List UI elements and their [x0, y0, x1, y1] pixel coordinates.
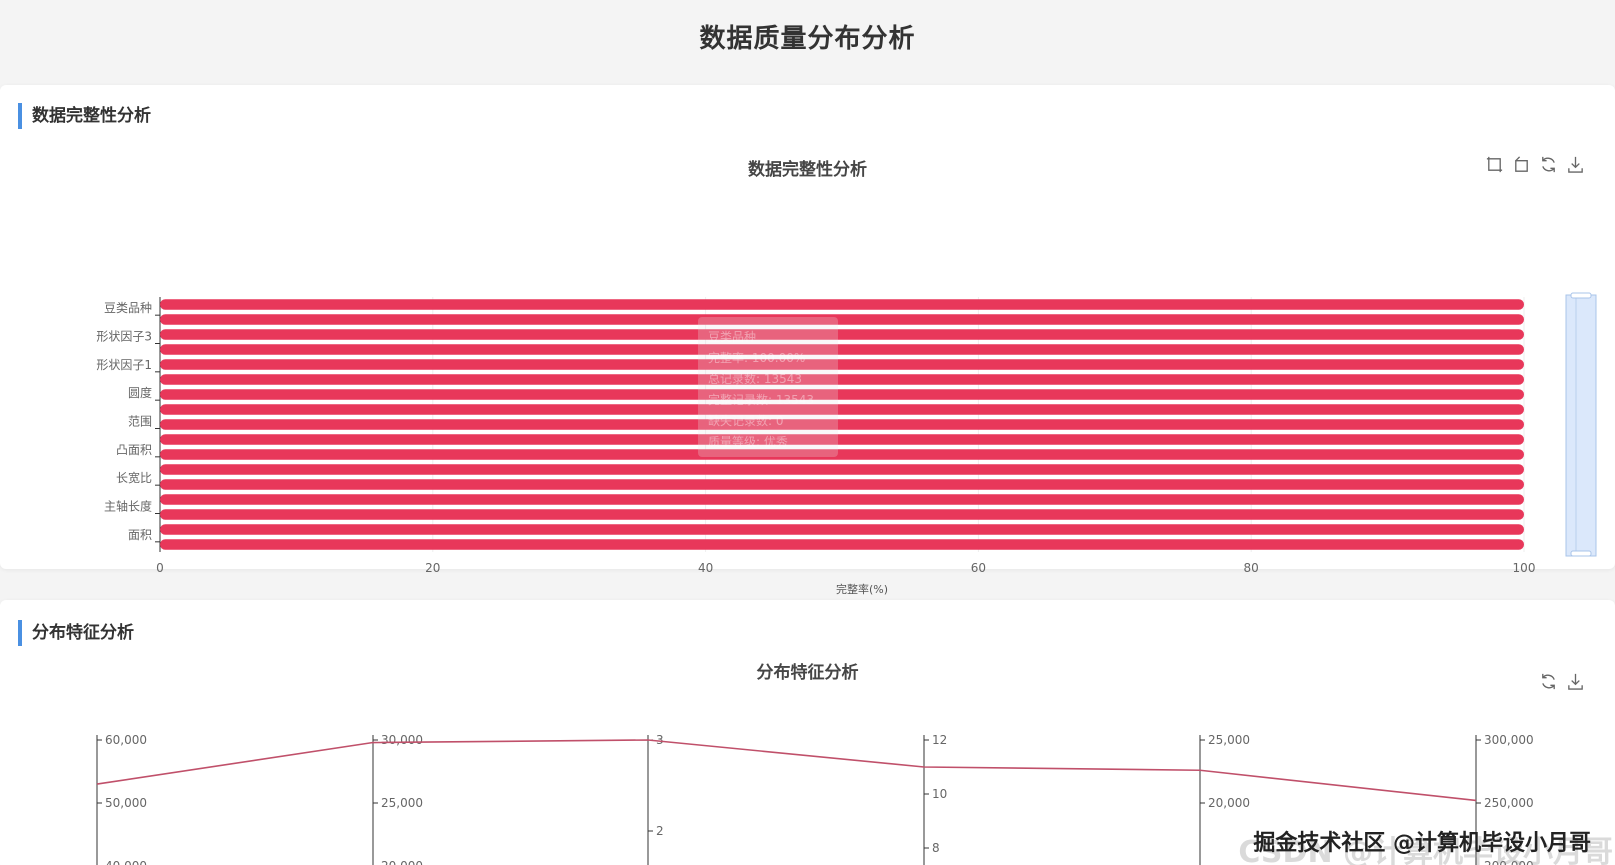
bar [160, 419, 1524, 430]
datazoom-handle-bottom [1570, 550, 1592, 557]
pc-tick-label: 60,000 [105, 733, 147, 747]
pc-tick-label: 40,000 [105, 859, 147, 865]
chart-toolbox [1485, 155, 1585, 174]
y-tick-label: 主轴长度 [104, 499, 152, 514]
bar [160, 479, 1524, 490]
restore-icon[interactable] [1539, 672, 1558, 691]
bar [160, 494, 1524, 505]
pc-tick-label: 300,000 [1484, 733, 1534, 747]
bar [160, 329, 1524, 340]
y-tick-label: 面积 [128, 528, 152, 542]
zoom-reset-icon[interactable] [1512, 155, 1531, 174]
tooltip-line: 质量等级: 优秀 [708, 435, 788, 449]
bar [160, 299, 1524, 310]
x-tick-label: 100 [1513, 561, 1536, 575]
bar [160, 509, 1524, 520]
tooltip-line: 豆类品种 [708, 330, 757, 344]
pc-tick-label: 12 [932, 733, 947, 747]
pc-tick-label: 10 [932, 787, 947, 801]
y-tick-label: 长宽比 [116, 470, 152, 485]
bar [160, 404, 1524, 415]
bar [160, 539, 1524, 550]
x-tick-label: 20 [425, 561, 440, 575]
pc-tick-label: 8 [932, 841, 940, 855]
restore-icon[interactable] [1539, 155, 1558, 174]
download-icon[interactable] [1566, 672, 1585, 691]
x-tick-label: 80 [1244, 561, 1259, 575]
zoom-icon[interactable] [1485, 155, 1504, 174]
datazoom-handle-top [1570, 292, 1592, 299]
bar [160, 314, 1524, 325]
bar [160, 374, 1524, 385]
chart-title-distribution: 分布特征分析 [756, 663, 859, 683]
x-tick-label: 0 [156, 561, 164, 575]
chart-title-completeness: 数据完整性分析 [748, 160, 867, 180]
y-tick-label: 形状因子1 [96, 358, 152, 372]
pc-series-line [96, 739, 1477, 802]
pc-tick-label: 25,000 [381, 796, 423, 810]
pc-tick-label: 30,000 [381, 733, 423, 747]
y-tick-label: 圆度 [128, 385, 152, 400]
page-title: 数据质量分布分析 [699, 24, 916, 54]
x-tick-label: 40 [698, 561, 713, 575]
pc-tick-label: 250,000 [1484, 796, 1534, 810]
bar [160, 389, 1524, 400]
y-tick-label: 形状因子3 [96, 330, 152, 344]
tooltip-line: 缺失记录数: 0 [708, 414, 784, 428]
bar [160, 464, 1524, 475]
x-tick-label: 60 [971, 561, 986, 575]
datazoom-slider [1565, 294, 1597, 557]
pc-tick-label: 20,000 [381, 859, 423, 865]
chart-tooltip: 豆类品种完整率: 100.00% 总记录数: 13543 完整记录数: 13543 缺… [698, 317, 838, 457]
tooltip-line: 总记录数: 13543 [708, 372, 803, 386]
section-heading-completeness: 数据完整性分析 [18, 103, 151, 129]
bar [160, 344, 1524, 355]
chart-toolbox-2 [1539, 672, 1585, 691]
y-tick-label: 范围 [128, 415, 152, 429]
watermark: 掘金技术社区 @计算机毕设小月哥 [1253, 831, 1591, 856]
bar [160, 524, 1524, 535]
pc-tick-label: 25,000 [1208, 733, 1250, 747]
bar [160, 449, 1524, 460]
tooltip-line: 完整率: 100.00% [708, 351, 806, 365]
pc-tick-label: 50,000 [105, 796, 147, 810]
section-heading-distribution: 分布特征分析 [18, 620, 134, 646]
y-tick-label: 豆类品种 [104, 301, 152, 315]
tooltip-line: 完整记录数: 13543 [708, 393, 815, 407]
y-tick-label: 凸面积 [116, 443, 152, 457]
download-icon[interactable] [1566, 155, 1585, 174]
completeness-card: 数据完整性分析 数据完整性分析 0 20 40 60 80 100 豆类品种 形状因子3 形状因… [0, 85, 1615, 596]
bar [160, 359, 1524, 370]
pc-tick-label: 3 [656, 733, 664, 747]
x-axis-label: 完整率(%) [836, 582, 888, 596]
pc-tick-label: 20,000 [1208, 796, 1250, 810]
bar [160, 434, 1524, 445]
pc-tick-label: 2 [656, 824, 664, 838]
